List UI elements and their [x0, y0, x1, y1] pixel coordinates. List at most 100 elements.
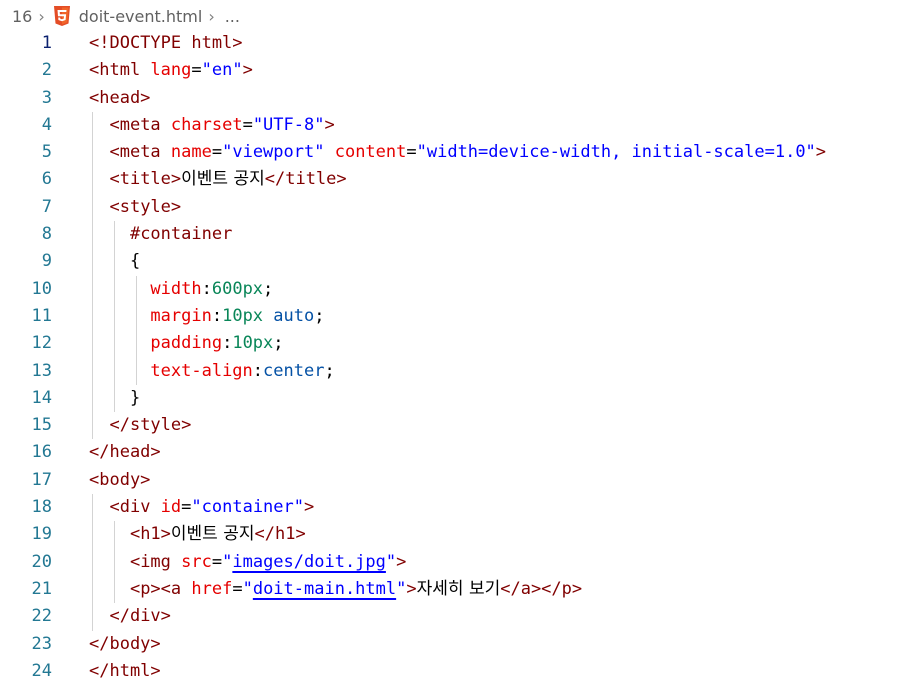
code-token: href: [191, 578, 233, 599]
code-token: ": [385, 551, 397, 572]
code-token: <img: [129, 551, 182, 572]
line-number: 19: [31, 524, 52, 545]
code-line[interactable]: 14 }: [0, 384, 903, 413]
code-link[interactable]: images/doit.jpg: [232, 552, 386, 572]
code-text: <!DOCTYPE html>: [89, 30, 243, 57]
code-text: <style>: [89, 194, 181, 221]
line-number: 17: [31, 469, 52, 490]
code-token: ;: [263, 278, 274, 299]
line-number: 21: [31, 578, 52, 599]
code-text: text-align:center;: [89, 358, 335, 385]
code-line[interactable]: 19 <h1>이벤트 공지</h1>: [0, 521, 903, 549]
code-token: "width=device-width, initial-scale=1.0": [416, 142, 816, 163]
line-number: 1: [41, 33, 52, 53]
code-token: :: [222, 333, 233, 354]
code-line[interactable]: 4 <meta charset="UTF-8">: [0, 111, 903, 140]
html5-icon: [53, 6, 70, 26]
code-line[interactable]: 22 </div>: [0, 603, 903, 631]
code-token: 이벤트 공지: [181, 169, 265, 190]
code-line[interactable]: 21 <p><a href="doit-main.html">자세히 보기</a…: [0, 575, 903, 604]
code-token: >: [324, 114, 335, 135]
line-number: 23: [31, 633, 52, 654]
code-token: content: [334, 142, 407, 163]
code-line[interactable]: 1 <!DOCTYPE html>: [0, 30, 903, 57]
code-token: </a></p>: [500, 578, 583, 599]
code-token: </title>: [264, 169, 347, 190]
code-line[interactable]: 13 text-align:center;: [0, 357, 903, 385]
code-text: <h1>이벤트 공지</h1>: [89, 521, 306, 548]
line-number: 14: [31, 387, 52, 408]
code-token: <h1>: [129, 524, 171, 545]
code-token: id: [160, 497, 182, 518]
code-line[interactable]: 3 <head>: [0, 85, 903, 112]
code-line[interactable]: 24 </html>: [0, 658, 903, 685]
line-number: 2: [41, 60, 52, 81]
code-line[interactable]: 5 <meta name="viewport" content="width=d…: [0, 139, 903, 167]
code-token: center: [263, 360, 325, 381]
code-line[interactable]: 6 <title>이벤트 공지</title>: [0, 166, 903, 194]
code-text: <body>: [89, 467, 150, 494]
code-text: <meta name="viewport" content="width=dev…: [89, 139, 826, 166]
code-link[interactable]: doit-main.html: [253, 579, 396, 599]
code-token: </style>: [109, 415, 192, 436]
line-number: 13: [31, 360, 52, 381]
code-token: {: [89, 251, 141, 272]
code-token: :: [211, 305, 223, 326]
code-text: <div id="container">: [89, 494, 314, 521]
code-line[interactable]: 9 {: [0, 248, 903, 276]
code-token: =: [406, 142, 417, 163]
code-token: </head>: [89, 442, 161, 463]
code-token: >: [396, 551, 407, 572]
code-line[interactable]: 7 <style>: [0, 193, 903, 222]
code-token: 10px: [222, 305, 264, 326]
code-line[interactable]: 17 <body>: [0, 467, 903, 494]
code-token: :: [252, 360, 264, 381]
code-text: width:600px;: [89, 276, 273, 303]
breadcrumb-more[interactable]: ...: [225, 7, 240, 26]
code-token: </h1>: [254, 524, 306, 545]
code-line[interactable]: 12 padding:10px;: [0, 330, 903, 358]
code-editor[interactable]: 1 <!DOCTYPE html> 2 <html lang="en"> 3 <head>…: [0, 30, 903, 685]
line-number: 4: [41, 114, 52, 135]
code-line[interactable]: 16 </head>: [0, 439, 903, 466]
line-number: 18: [31, 497, 52, 518]
line-number: 6: [41, 169, 52, 190]
code-line[interactable]: 23 </body>: [0, 631, 903, 658]
code-token: "container": [191, 497, 304, 518]
code-token: <html: [89, 60, 151, 81]
code-text: }: [89, 385, 140, 412]
breadcrumb-file[interactable]: doit-event.html: [79, 7, 203, 26]
code-line[interactable]: 2 <html lang="en">: [0, 57, 903, 84]
code-line[interactable]: 10 width:600px;: [0, 275, 903, 303]
code-token: ": [396, 578, 407, 599]
code-text: </body>: [89, 631, 161, 658]
code-text: <html lang="en">: [89, 57, 253, 84]
code-text: margin:10px auto;: [89, 303, 325, 330]
code-line[interactable]: 8 #container: [0, 221, 903, 249]
code-token: <style>: [109, 196, 182, 217]
code-token: lang: [150, 60, 192, 81]
code-token: ;: [314, 305, 325, 326]
code-token: ;: [273, 333, 284, 354]
code-token: ;: [324, 360, 335, 381]
breadcrumb-column[interactable]: 16: [12, 7, 32, 26]
code-token: "en": [201, 60, 243, 81]
code-line[interactable]: 18 <div id="container">: [0, 494, 903, 522]
code-text: </html>: [89, 658, 161, 685]
code-line[interactable]: 15 </style>: [0, 412, 903, 440]
code-token: padding: [150, 333, 223, 354]
code-text: <p><a href="doit-main.html">자세히 보기</a></…: [89, 576, 582, 603]
code-token: =: [242, 114, 253, 135]
code-line[interactable]: 11 margin:10px auto;: [0, 302, 903, 331]
line-number: 16: [31, 442, 52, 463]
code-line[interactable]: 20 <img src="images/doit.jpg">: [0, 548, 903, 576]
breadcrumb: 16 › doit-event.html › ...: [0, 0, 903, 32]
